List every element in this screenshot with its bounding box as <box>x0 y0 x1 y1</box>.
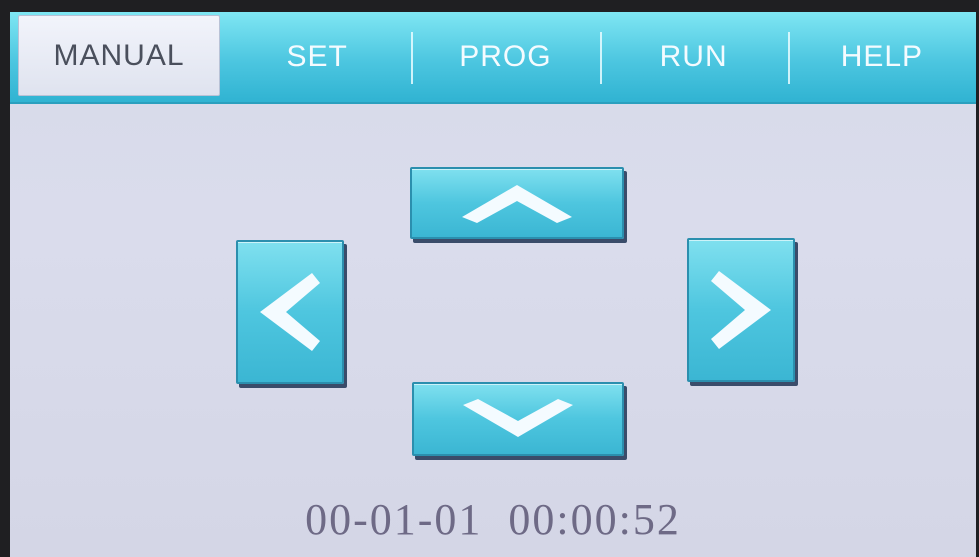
tab-bar: MANUAL SET PROG RUN HELP <box>10 12 976 104</box>
tab-run[interactable]: RUN <box>599 12 788 102</box>
tab-help[interactable]: HELP <box>787 12 976 102</box>
hmi-screen: MANUAL SET PROG RUN HELP 00-01-01 00:00:5… <box>10 12 976 557</box>
tab-prog[interactable]: PROG <box>411 12 599 102</box>
chevron-left-icon <box>260 273 320 351</box>
jog-down-button[interactable] <box>412 382 624 456</box>
jog-right-button[interactable] <box>687 238 795 382</box>
tab-set[interactable]: SET <box>223 12 411 102</box>
datetime-readout: 00-01-01 00:00:52 <box>10 494 976 545</box>
time-text: 00:00:52 <box>508 495 681 544</box>
chevron-down-icon <box>463 399 573 437</box>
chevron-right-icon <box>711 271 771 349</box>
jog-left-button[interactable] <box>236 240 344 384</box>
jog-up-button[interactable] <box>410 167 624 239</box>
chevron-up-icon <box>462 185 572 223</box>
date-text: 00-01-01 <box>305 495 483 544</box>
tab-manual[interactable]: MANUAL <box>18 15 220 96</box>
